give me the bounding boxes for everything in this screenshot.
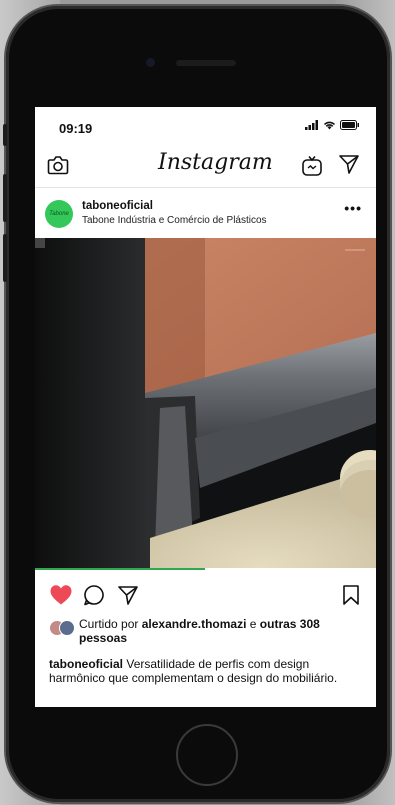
liker-username[interactable]: alexandre.thomazi <box>142 617 247 631</box>
bookmark-icon[interactable] <box>341 584 361 611</box>
home-button[interactable] <box>176 724 238 786</box>
post-image[interactable] <box>35 238 376 568</box>
caption-username[interactable]: taboneoficial <box>49 657 123 671</box>
earpiece-speaker <box>176 60 236 66</box>
status-time: 09:19 <box>59 121 93 136</box>
volume-up-button <box>3 174 7 222</box>
phone-screen: 09:19 Instagram Tabone taboneoficial Tab… <box>35 107 376 707</box>
carousel-progress-bar <box>35 568 205 570</box>
instagram-header: Instagram <box>35 145 376 188</box>
comment-icon[interactable] <box>83 584 105 611</box>
post-header: Tabone taboneoficial Tabone Indústria e … <box>35 188 376 238</box>
direct-message-icon[interactable] <box>338 153 360 180</box>
wifi-icon <box>323 121 336 130</box>
status-bar: 09:19 <box>35 107 376 145</box>
carousel-progress <box>35 568 376 578</box>
front-camera <box>146 58 155 67</box>
liker-avatar <box>59 620 75 636</box>
likes-prefix: Curtido por <box>79 617 139 631</box>
instagram-logo: Instagram <box>158 150 273 175</box>
igtv-icon[interactable] <box>301 155 323 182</box>
share-icon[interactable] <box>117 584 139 611</box>
battery-icon <box>340 120 359 130</box>
mute-switch <box>3 124 7 146</box>
more-options-icon[interactable]: ••• <box>344 200 362 216</box>
avatar[interactable]: Tabone <box>45 200 73 228</box>
likes-text: Curtido por alexandre.thomazi e outras 3… <box>79 617 359 645</box>
likes-summary: Curtido por alexandre.thomazi e outras 3… <box>35 614 376 654</box>
signal-icon <box>305 120 318 130</box>
system-indicators <box>305 120 360 130</box>
post-username[interactable]: taboneoficial <box>82 200 153 212</box>
post-actions <box>35 578 376 614</box>
post-photo-illustration <box>35 238 376 568</box>
camera-icon[interactable] <box>47 155 69 180</box>
heart-icon[interactable] <box>49 584 73 611</box>
post-location[interactable]: Tabone Indústria e Comércio de Plásticos <box>82 215 267 226</box>
avatar-logo-text: Tabone <box>49 211 69 217</box>
likes-conj: e <box>249 617 257 631</box>
post-caption: taboneoficial Versatilidade de perfis co… <box>35 657 376 685</box>
volume-down-button <box>3 234 7 282</box>
